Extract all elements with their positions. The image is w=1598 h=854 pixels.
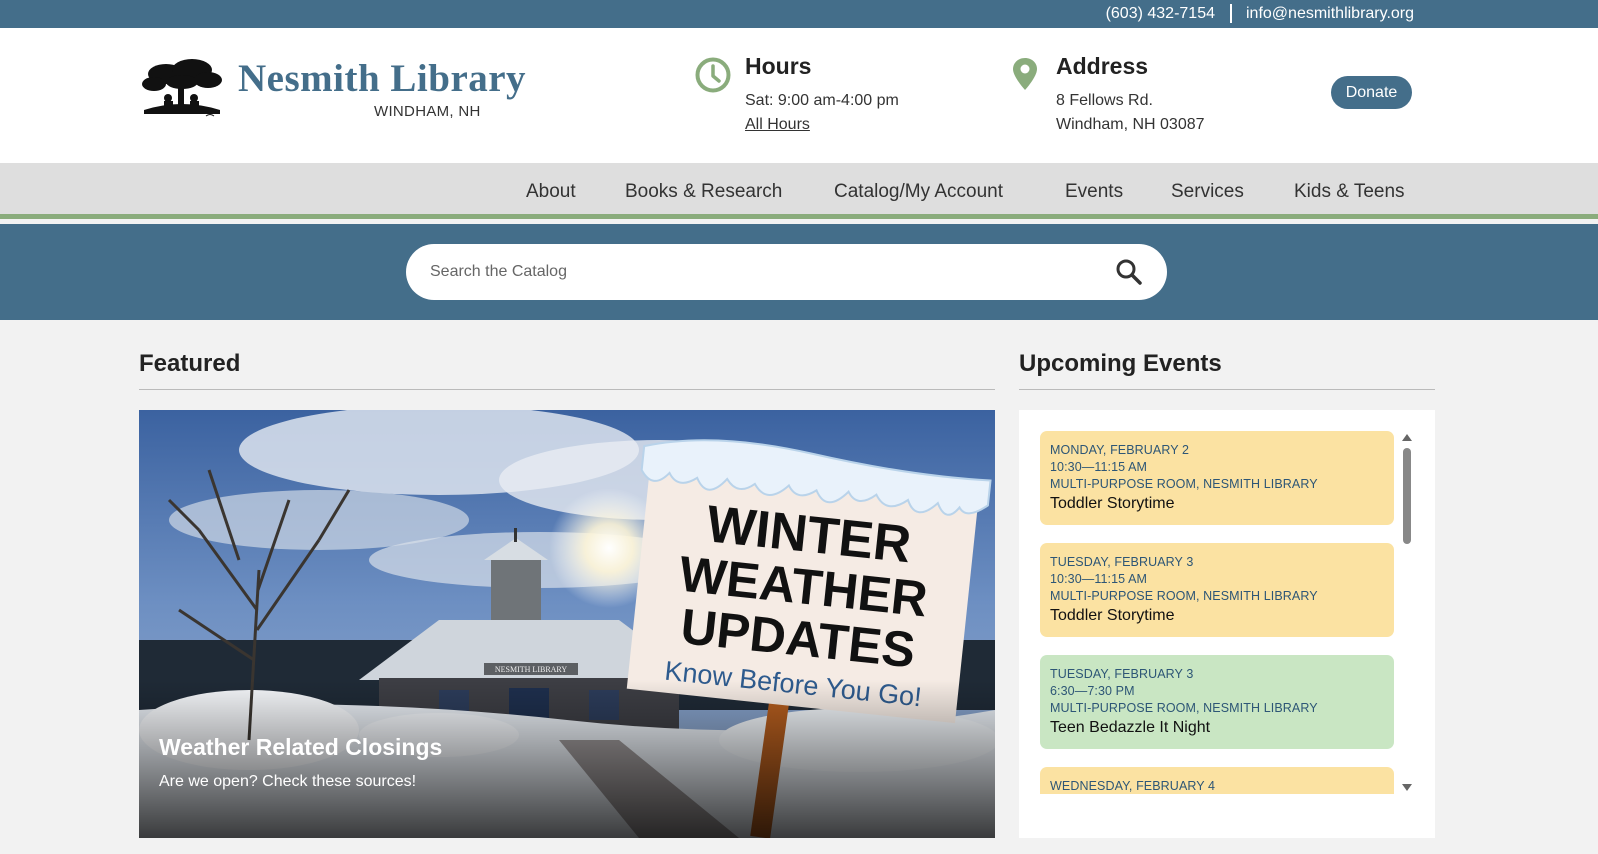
event-date: TUESDAY, FEBRUARY 3 [1050, 555, 1194, 569]
hours-today: Sat: 9:00 am-4:00 pm [745, 92, 899, 109]
donate-button[interactable]: Donate [1331, 76, 1412, 109]
address-line-2: Windham, NH 03087 [1056, 116, 1205, 133]
event-card[interactable]: TUESDAY, FEBRUARY 3 10:30—11:15 AM MULTI… [1040, 543, 1394, 637]
brand-name[interactable]: Nesmith Library [238, 56, 526, 101]
hours-title: Hours [745, 53, 812, 79]
brand-location: WINDHAM, NH [374, 103, 481, 120]
address-title: Address [1056, 53, 1149, 79]
site-header: Nesmith Library WINDHAM, NH Hours Sat: 9… [0, 28, 1598, 163]
search-band [0, 224, 1598, 320]
scroll-down-arrow[interactable] [1402, 784, 1412, 791]
nav-item-about[interactable]: About [526, 181, 576, 203]
nav-item-catalog-account[interactable]: Catalog/My Account [834, 181, 1003, 203]
event-time: 10:30—11:15 AM [1050, 572, 1148, 586]
events-list[interactable]: MONDAY, FEBRUARY 2 10:30—11:15 AM MULTI-… [1019, 410, 1435, 838]
featured-divider [139, 389, 995, 390]
event-location: MULTI-PURPOSE ROOM, NESMITH LIBRARY [1050, 589, 1318, 603]
event-date: TUESDAY, FEBRUARY 3 [1050, 667, 1194, 681]
building-sign-text: NESMITH LIBRARY [495, 665, 567, 674]
nav-item-books-research[interactable]: Books & Research [625, 181, 782, 203]
event-time: 6:30—7:30 PM [1050, 684, 1135, 698]
nav-item-events[interactable]: Events [1065, 181, 1123, 203]
phone-link[interactable]: (603) 432-7154 [1106, 5, 1215, 23]
search-button[interactable] [1115, 258, 1143, 286]
event-date: WEDNESDAY, FEBRUARY 4 [1050, 779, 1216, 793]
main-nav: About Books & Research Catalog/My Accoun… [0, 163, 1598, 219]
nav-item-kids-teens[interactable]: Kids & Teens [1294, 181, 1405, 203]
address-line-1: 8 Fellows Rd. [1056, 92, 1153, 109]
event-location: MULTI-PURPOSE ROOM, NESMITH LIBRARY [1050, 701, 1318, 715]
featured-subtitle: Are we open? Check these sources! [159, 773, 417, 790]
events-divider [1019, 389, 1435, 390]
event-name[interactable]: Toddler Storytime [1050, 495, 1384, 513]
scroll-up-arrow[interactable] [1402, 434, 1412, 441]
event-time: 10:30—11:15 AM [1050, 460, 1148, 474]
clock-icon [695, 57, 731, 93]
event-name[interactable]: Toddler Storytime [1050, 607, 1384, 625]
top-contact-bar: (603) 432-7154 info@nesmithlibrary.org [0, 0, 1598, 28]
events-heading: Upcoming Events [1019, 350, 1222, 377]
event-card[interactable]: MONDAY, FEBRUARY 2 10:30—11:15 AM MULTI-… [1040, 431, 1394, 525]
search-icon [1116, 259, 1142, 285]
event-date: MONDAY, FEBRUARY 2 [1050, 443, 1190, 457]
event-name[interactable]: Teen Bedazzle It Night [1050, 719, 1384, 737]
map-pin-icon [1013, 58, 1037, 90]
scrollbar-thumb[interactable] [1403, 448, 1411, 544]
featured-slide[interactable]: NESMITH LIBRARY WINTER WEATHER UPDATES W… [139, 410, 995, 838]
catalog-search-input[interactable] [430, 244, 1070, 300]
event-location: MULTI-PURPOSE ROOM, NESMITH LIBRARY [1050, 477, 1318, 491]
catalog-search [406, 244, 1167, 300]
tree-logo-icon [142, 59, 222, 117]
email-link[interactable]: info@nesmithlibrary.org [1246, 5, 1414, 23]
featured-heading: Featured [139, 350, 241, 377]
nav-item-services[interactable]: Services [1171, 181, 1244, 203]
event-card[interactable]: TUESDAY, FEBRUARY 3 6:30—7:30 PM MULTI-P… [1040, 655, 1394, 749]
events-list-mask [1019, 794, 1435, 838]
featured-title[interactable]: Weather Related Closings [159, 734, 442, 761]
contact-divider [1230, 4, 1232, 23]
all-hours-link[interactable]: All Hours [745, 116, 810, 134]
